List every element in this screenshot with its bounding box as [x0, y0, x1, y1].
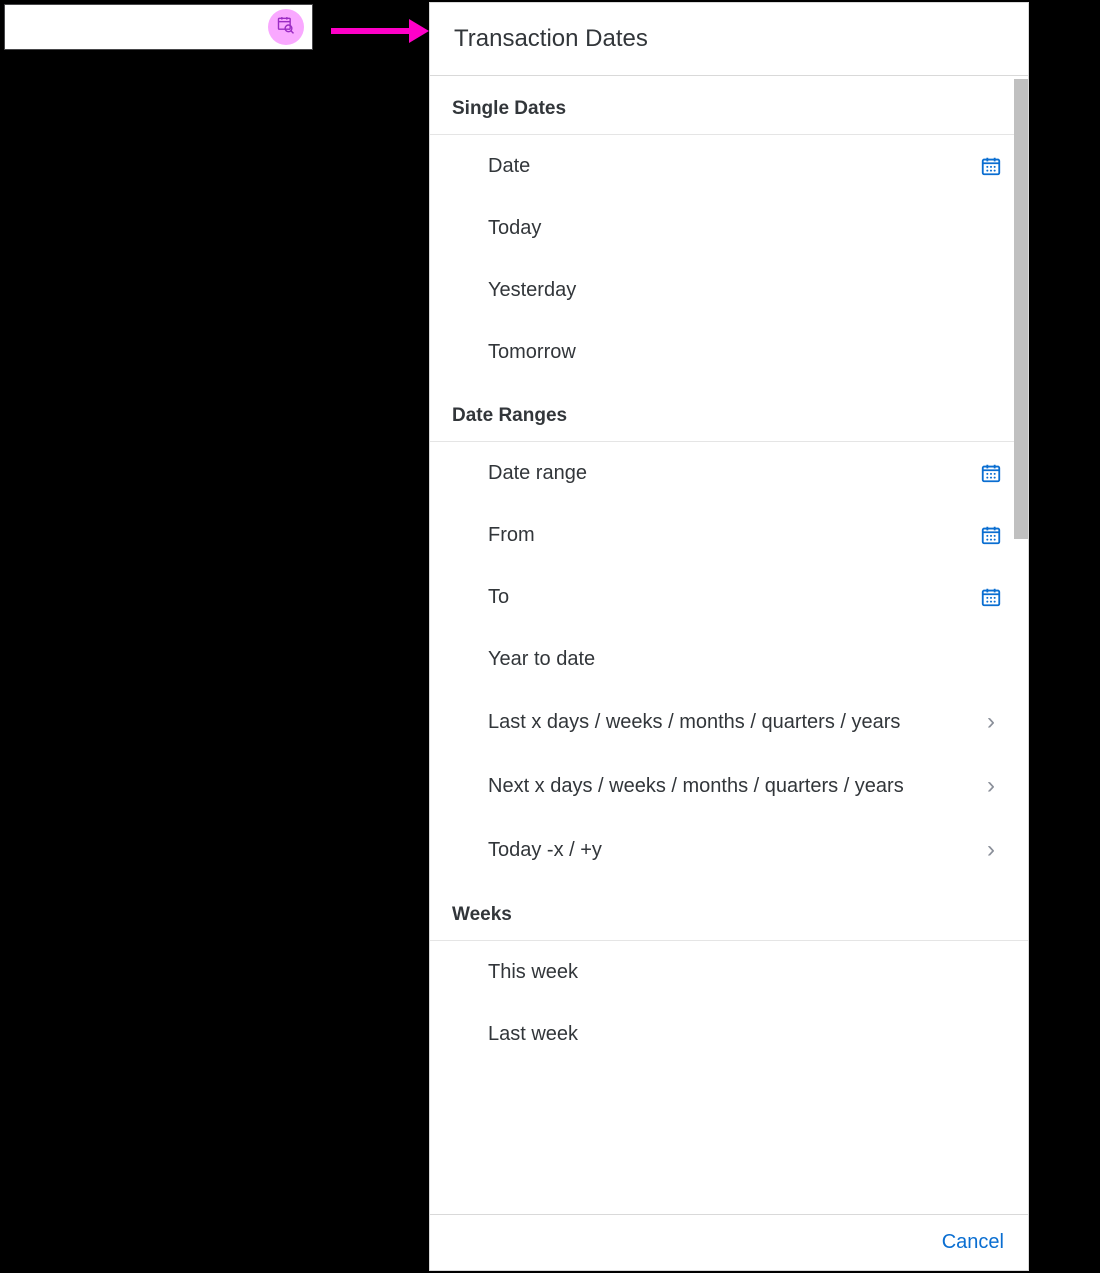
chevron-right-icon: ›	[978, 708, 1004, 736]
option-to[interactable]: To	[430, 566, 1028, 628]
option-label: Tomorrow	[488, 340, 1004, 365]
scrollbar[interactable]	[1014, 79, 1028, 539]
option-next-x[interactable]: Next x days / weeks / months / quarters …	[430, 754, 1028, 818]
option-label: Date range	[488, 461, 978, 486]
calendar-icon	[978, 462, 1004, 484]
chevron-right-icon: ›	[978, 772, 1004, 800]
option-date[interactable]: Date	[430, 135, 1028, 197]
option-last-week[interactable]: Last week	[430, 1003, 1028, 1065]
calendar-icon	[978, 524, 1004, 546]
annotation-arrow-icon	[331, 28, 411, 34]
chevron-right-icon: ›	[978, 836, 1004, 864]
option-label: Last week	[488, 1022, 1004, 1047]
dialog-footer: Cancel	[430, 1214, 1028, 1270]
dialog-title: Transaction Dates	[454, 25, 1004, 53]
option-label: From	[488, 523, 978, 548]
option-tomorrow[interactable]: Tomorrow	[430, 321, 1028, 383]
option-label: Today	[488, 216, 1004, 241]
option-date-range[interactable]: Date range	[430, 442, 1028, 504]
option-label: Next x days / weeks / months / quarters …	[488, 774, 978, 799]
option-yesterday[interactable]: Yesterday	[430, 259, 1028, 321]
calendar-icon	[978, 586, 1004, 608]
dialog-header: Transaction Dates	[430, 3, 1028, 76]
option-label: This week	[488, 960, 1004, 985]
option-label: Last x days / weeks / months / quarters …	[488, 710, 978, 735]
option-label: To	[488, 585, 978, 610]
option-today[interactable]: Today	[430, 197, 1028, 259]
option-this-week[interactable]: This week	[430, 941, 1028, 1003]
group-header-single-dates: Single Dates	[430, 76, 1028, 135]
date-input[interactable]	[5, 5, 268, 49]
transaction-dates-dialog: Transaction Dates Single Dates Date Toda…	[429, 2, 1029, 1271]
option-label: Date	[488, 154, 978, 179]
calendar-search-icon	[276, 15, 296, 40]
date-input-container	[4, 4, 313, 50]
calendar-icon	[978, 155, 1004, 177]
option-today-offset[interactable]: Today -x / +y ›	[430, 818, 1028, 882]
dialog-body: Single Dates Date Today Yesterday Tomorr…	[430, 76, 1028, 1214]
open-date-dialog-button[interactable]	[268, 9, 304, 45]
option-label: Year to date	[488, 647, 1004, 672]
group-header-date-ranges: Date Ranges	[430, 383, 1028, 442]
option-label: Yesterday	[488, 278, 1004, 303]
option-last-x[interactable]: Last x days / weeks / months / quarters …	[430, 690, 1028, 754]
group-header-weeks: Weeks	[430, 882, 1028, 941]
option-from[interactable]: From	[430, 504, 1028, 566]
cancel-button[interactable]: Cancel	[942, 1231, 1004, 1254]
option-year-to-date[interactable]: Year to date	[430, 628, 1028, 690]
option-label: Today -x / +y	[488, 838, 978, 863]
